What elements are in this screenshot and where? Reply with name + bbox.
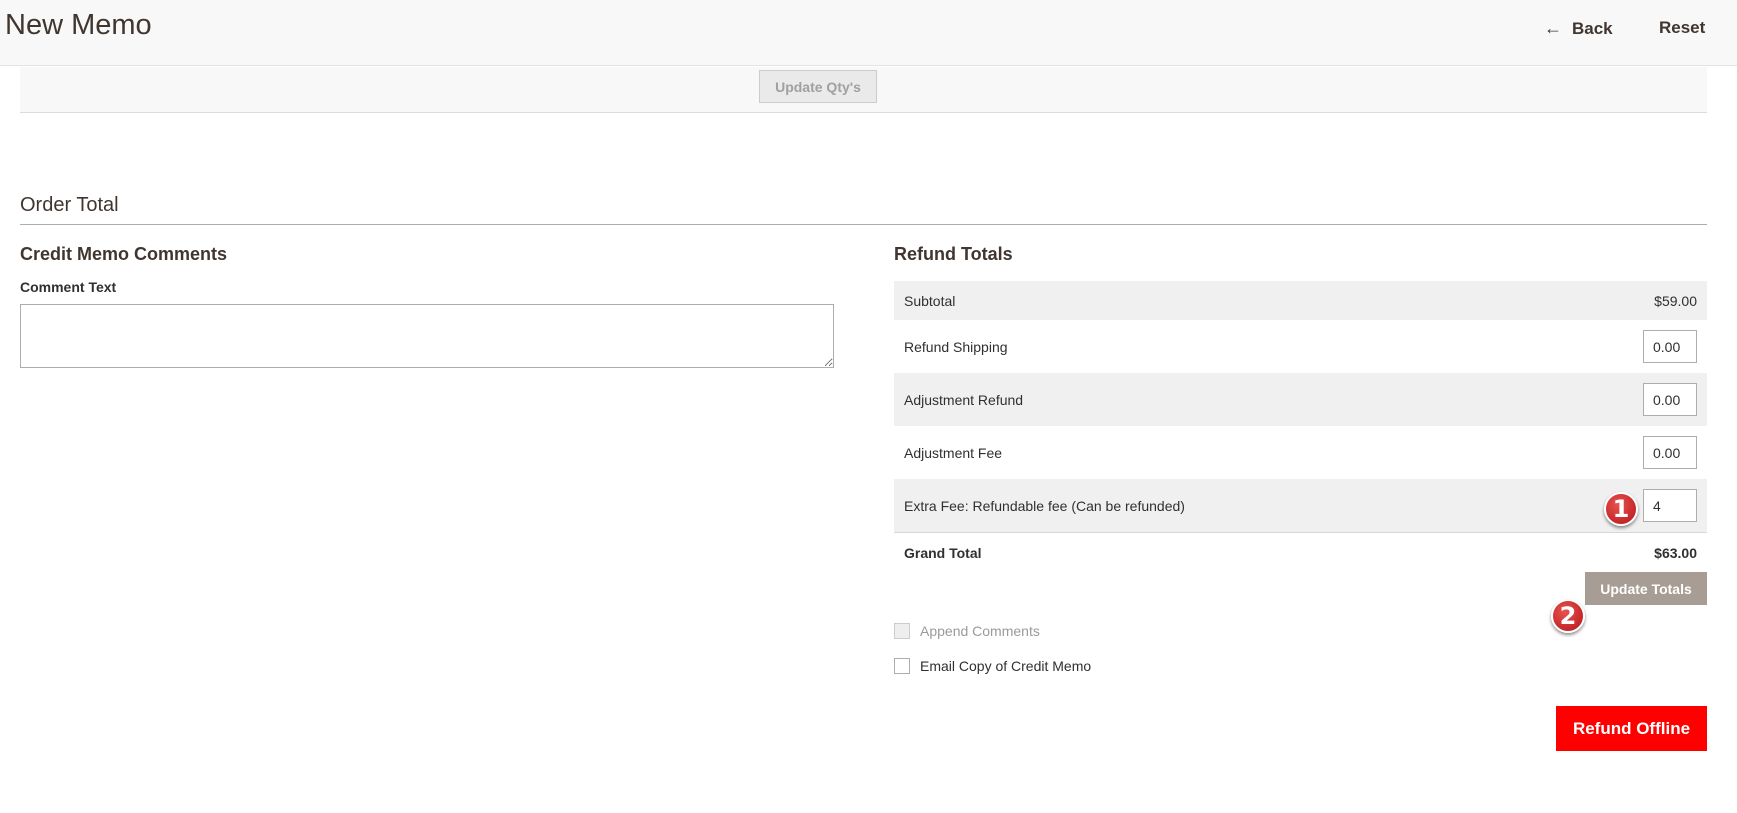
order-total-heading: Order Total xyxy=(20,194,119,216)
grand-total-label: Grand Total xyxy=(904,544,982,561)
subtotal-row: Subtotal $59.00 xyxy=(894,281,1707,320)
grand-total-value: $63.00 xyxy=(1654,544,1697,561)
reset-button[interactable]: Reset xyxy=(1659,18,1705,38)
refund-totals-heading: Refund Totals xyxy=(894,244,1013,264)
email-copy-label[interactable]: Email Copy of Credit Memo xyxy=(920,658,1091,674)
update-totals-button[interactable]: Update Totals xyxy=(1585,572,1707,605)
subtotal-value: $59.00 xyxy=(1654,292,1697,309)
credit-memo-comments-heading: Credit Memo Comments xyxy=(20,244,228,264)
adjustment-fee-input[interactable] xyxy=(1643,436,1697,469)
email-copy-option[interactable]: Email Copy of Credit Memo xyxy=(894,658,1091,674)
comment-text-label: Comment Text xyxy=(20,279,117,295)
update-qty-button[interactable]: Update Qty's xyxy=(759,70,877,103)
adjustment-fee-row: Adjustment Fee xyxy=(894,426,1707,479)
page-title: New Memo xyxy=(5,9,152,41)
subtotal-label: Subtotal xyxy=(904,292,956,309)
grand-total-row: Grand Total $63.00 xyxy=(894,532,1707,572)
comment-text-field[interactable] xyxy=(20,304,834,368)
items-actions-bar: Update Qty's xyxy=(20,67,1707,113)
back-label: Back xyxy=(1572,18,1613,38)
page-header: New Memo ← Back Reset xyxy=(0,0,1737,66)
append-comments-checkbox xyxy=(894,623,910,639)
refund-shipping-row: Refund Shipping xyxy=(894,320,1707,373)
refund-offline-button[interactable]: Refund Offline xyxy=(1556,706,1707,751)
adjustment-refund-input[interactable] xyxy=(1643,383,1697,416)
adjustment-refund-label: Adjustment Refund xyxy=(904,391,1024,408)
email-copy-checkbox[interactable] xyxy=(894,658,910,674)
refund-totals-table: Subtotal $59.00 Refund Shipping Adjustme… xyxy=(894,281,1707,572)
append-comments-option: Append Comments xyxy=(894,623,1040,639)
back-button[interactable]: ← Back xyxy=(1544,18,1613,39)
annotation-badge-2: 2 xyxy=(1551,599,1585,633)
adjustment-fee-label: Adjustment Fee xyxy=(904,444,1003,461)
arrow-left-icon: ← xyxy=(1544,18,1562,38)
section-divider xyxy=(20,224,1707,225)
refund-shipping-input[interactable] xyxy=(1643,330,1697,363)
append-comments-label: Append Comments xyxy=(920,623,1040,639)
extra-fee-input[interactable] xyxy=(1643,489,1697,522)
refund-shipping-label: Refund Shipping xyxy=(904,338,1008,355)
adjustment-refund-row: Adjustment Refund xyxy=(894,373,1707,426)
annotation-badge-1: 1 xyxy=(1604,492,1638,526)
extra-fee-row: Extra Fee: Refundable fee (Can be refund… xyxy=(894,479,1707,532)
extra-fee-label: Extra Fee: Refundable fee (Can be refund… xyxy=(904,497,1185,514)
